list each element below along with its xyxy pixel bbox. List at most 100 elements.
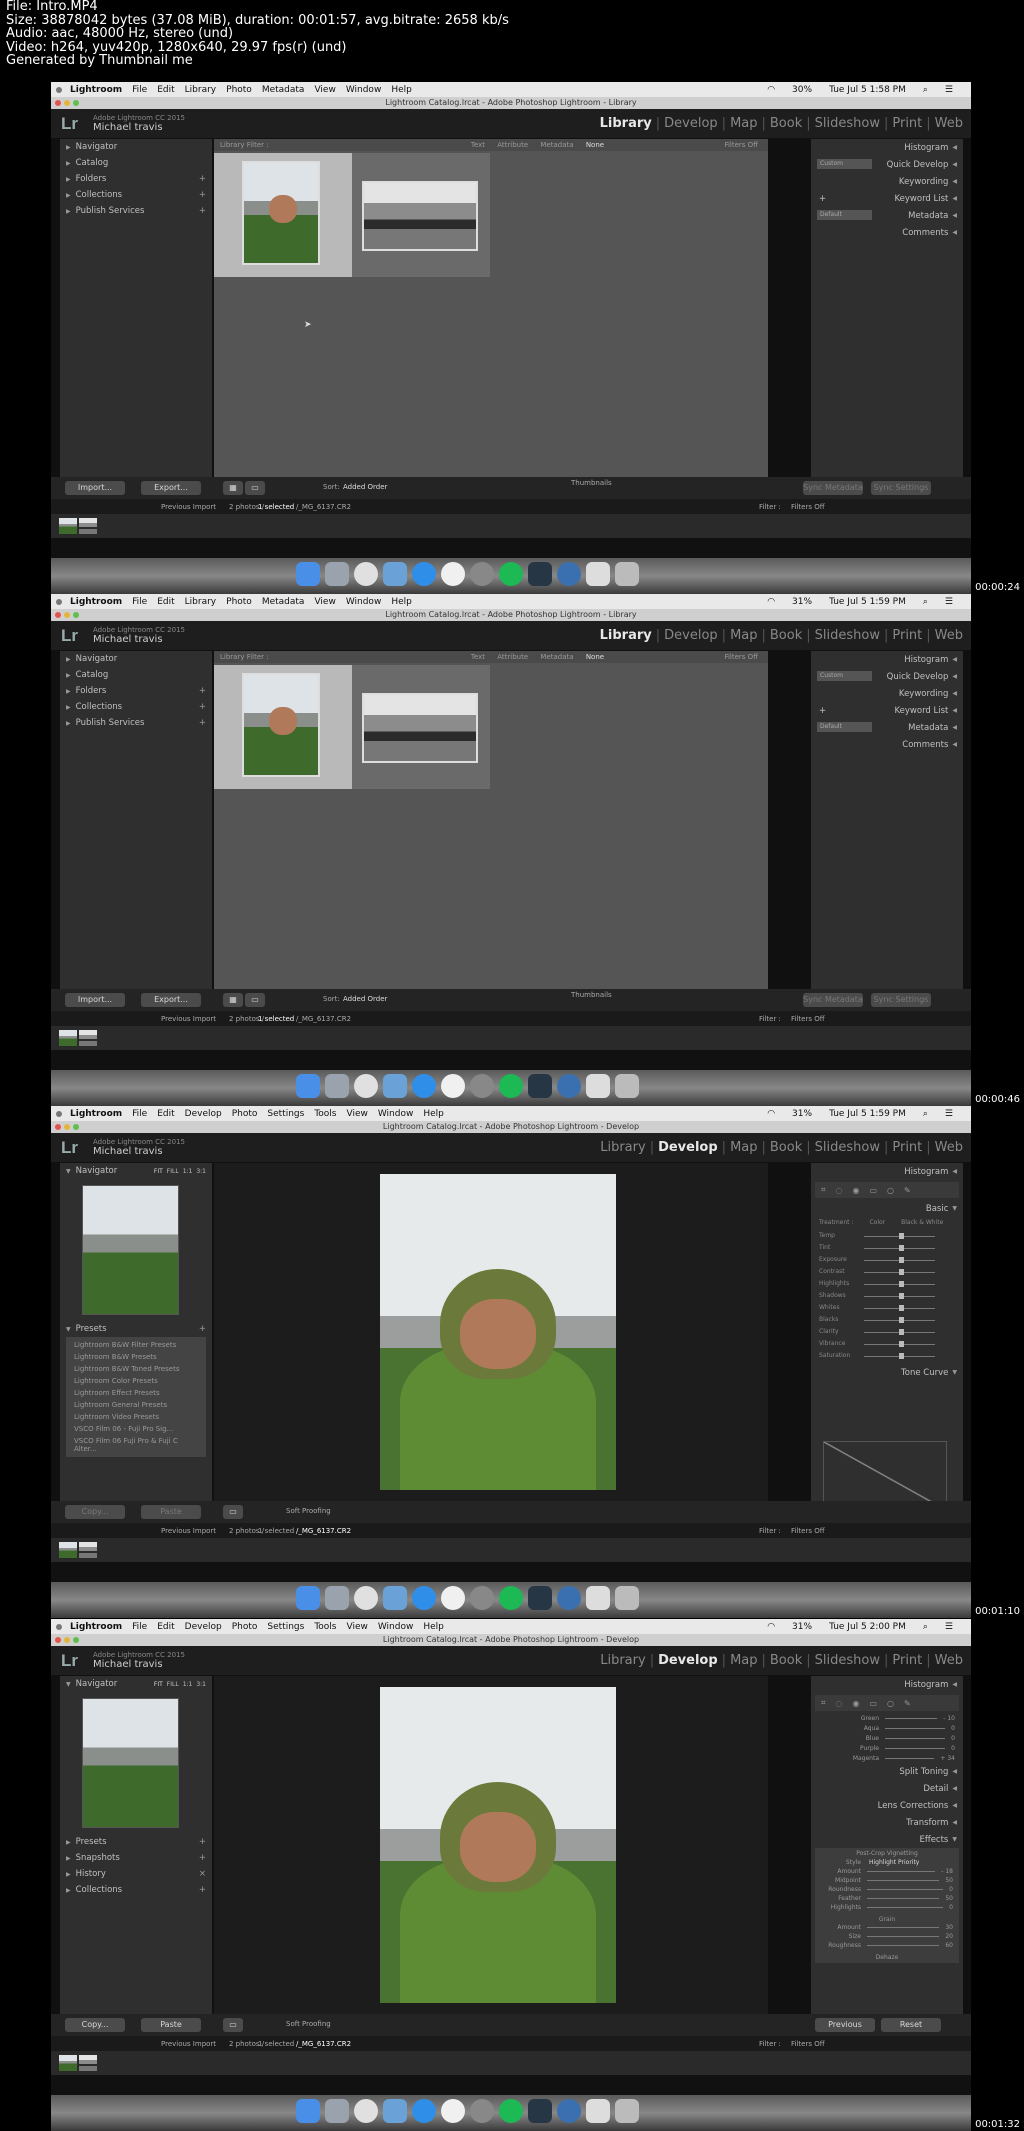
- nav-1-1[interactable]: 1:1: [183, 1168, 193, 1175]
- itunes-icon[interactable]: [441, 1074, 465, 1098]
- filter-text[interactable]: Text: [471, 141, 485, 149]
- module-library[interactable]: Library: [600, 116, 652, 131]
- menu-window[interactable]: Window: [378, 1109, 414, 1119]
- filter-none[interactable]: None: [586, 653, 604, 661]
- menu-lightroom[interactable]: Lightroom: [70, 597, 122, 607]
- menu-file[interactable]: File: [132, 1622, 147, 1632]
- panel-catalog[interactable]: ▶ Catalog: [60, 667, 212, 683]
- itunes-icon[interactable]: [441, 1586, 465, 1610]
- spotify-icon[interactable]: [499, 1586, 523, 1610]
- red-eye-icon[interactable]: ◉: [853, 1699, 860, 1708]
- spotify-icon[interactable]: [499, 1074, 523, 1098]
- module-slideshow[interactable]: Slideshow: [815, 1140, 880, 1155]
- vignette-amount-slider[interactable]: Amount - 18: [815, 1867, 959, 1876]
- plus-icon[interactable]: +: [199, 1885, 206, 1895]
- radial-filter-icon[interactable]: ○: [887, 1699, 894, 1708]
- menu-view[interactable]: View: [314, 85, 335, 95]
- panel-tone-curve[interactable]: Tone Curve ▼: [811, 1364, 963, 1381]
- panel-navigator[interactable]: ▼ Navigator FIT FILL 1:1 3:1: [60, 1676, 212, 1692]
- wifi-icon[interactable]: ◠: [767, 85, 775, 95]
- hsl-green-slider[interactable]: Green - 10: [819, 1713, 955, 1723]
- loupe-view-icon[interactable]: ▭: [245, 993, 265, 1007]
- menu-list-icon[interactable]: ☰: [945, 597, 953, 607]
- menu-photo[interactable]: Photo: [232, 1622, 258, 1632]
- menu-metadata[interactable]: Metadata: [262, 85, 305, 95]
- battery-level[interactable]: 31%: [792, 1109, 812, 1119]
- battery-level[interactable]: 30%: [792, 85, 812, 95]
- chrome-icon[interactable]: [354, 2099, 378, 2123]
- panel-snapshots[interactable]: ▶ Snapshots +: [60, 1850, 212, 1866]
- zoom-window-icon[interactable]: [73, 1637, 79, 1643]
- close-window-icon[interactable]: [55, 1124, 61, 1130]
- filter-metadata[interactable]: Metadata: [540, 653, 573, 661]
- menu-view[interactable]: View: [314, 597, 335, 607]
- filter-none[interactable]: None: [586, 141, 604, 149]
- hsl-blue-slider[interactable]: Blue 0: [819, 1733, 955, 1743]
- crop-tool-icon[interactable]: ⌗: [821, 1698, 826, 1708]
- menu-edit[interactable]: Edit: [157, 1109, 174, 1119]
- itunes-icon[interactable]: [441, 2099, 465, 2123]
- plus-icon[interactable]: +: [199, 1324, 206, 1334]
- panel-metadata[interactable]: Default Metadata ◀: [811, 207, 963, 224]
- panel-presets[interactable]: ▼ Presets +: [60, 1321, 212, 1337]
- panel-basic[interactable]: Basic ▼: [811, 1200, 963, 1217]
- module-book[interactable]: Book: [770, 116, 802, 131]
- preset-folder[interactable]: Lightroom Color Presets: [66, 1375, 206, 1387]
- wifi-icon[interactable]: ◠: [767, 1622, 775, 1632]
- vignette-roundness-slider[interactable]: Roundness 0: [815, 1885, 959, 1894]
- close-window-icon[interactable]: [55, 612, 61, 618]
- preset-folder[interactable]: Lightroom Effect Presets: [66, 1387, 206, 1399]
- module-library[interactable]: Library: [600, 1653, 645, 1668]
- finder-icon[interactable]: [296, 562, 320, 586]
- spot-removal-icon[interactable]: ◌: [836, 1699, 843, 1708]
- close-window-icon[interactable]: [55, 1637, 61, 1643]
- panel-collections[interactable]: ▶ Collections +: [60, 187, 212, 203]
- source-name[interactable]: Previous Import: [161, 503, 216, 511]
- filmstrip-thumb[interactable]: [79, 2055, 97, 2071]
- saved-preset-dropdown[interactable]: Custom: [817, 159, 872, 169]
- grid-view-icon[interactable]: ▦: [223, 481, 243, 495]
- chrome-icon[interactable]: [354, 1074, 378, 1098]
- sort-order[interactable]: Added Order: [343, 995, 387, 1003]
- chrome-icon[interactable]: [354, 1586, 378, 1610]
- module-library[interactable]: Library: [600, 1140, 645, 1155]
- module-print[interactable]: Print: [892, 1140, 922, 1155]
- temp-slider[interactable]: Temp: [819, 1232, 955, 1240]
- red-eye-icon[interactable]: ◉: [853, 1186, 860, 1195]
- filmstrip-thumb[interactable]: [59, 1542, 77, 1558]
- menu-file[interactable]: File: [132, 85, 147, 95]
- preset-folder[interactable]: Lightroom B&W Toned Presets: [66, 1363, 206, 1375]
- navigator-preview[interactable]: [82, 1185, 179, 1315]
- vignette-style-dropdown[interactable]: Highlight Priority: [869, 1859, 919, 1866]
- main-photo[interactable]: [380, 1174, 616, 1490]
- app-store-icon[interactable]: [412, 1586, 436, 1610]
- copy-button[interactable]: Copy...: [65, 2018, 125, 2032]
- grain-size-slider[interactable]: Size 20: [815, 1932, 959, 1941]
- exposure-slider[interactable]: Exposure: [819, 1256, 955, 1264]
- zoom-window-icon[interactable]: [73, 100, 79, 106]
- panel-navigator[interactable]: ▼ Navigator FIT FILL 1:1 3:1: [60, 1163, 212, 1179]
- nav-fill[interactable]: FILL: [167, 1168, 179, 1175]
- trash-icon[interactable]: [615, 1074, 639, 1098]
- export-button[interactable]: Export...: [141, 993, 201, 1007]
- brush-icon[interactable]: ✎: [904, 1699, 911, 1708]
- treatment-bw[interactable]: Black & White: [901, 1219, 943, 1226]
- close-window-icon[interactable]: [55, 100, 61, 106]
- tint-slider[interactable]: Tint: [819, 1244, 955, 1252]
- menu-library[interactable]: Library: [185, 85, 216, 95]
- panel-histogram[interactable]: Histogram ◀: [811, 139, 963, 156]
- system-preferences-icon[interactable]: [470, 1074, 494, 1098]
- menu-clock[interactable]: Tue Jul 5 1:58 PM: [829, 85, 906, 95]
- module-develop[interactable]: Develop: [658, 1140, 718, 1155]
- filter-attribute[interactable]: Attribute: [497, 141, 528, 149]
- menu-list-icon[interactable]: ☰: [945, 1622, 953, 1632]
- trash-icon[interactable]: [615, 2099, 639, 2123]
- panel-collections[interactable]: ▶ Collections +: [60, 1882, 212, 1898]
- plus-icon[interactable]: +: [199, 174, 206, 184]
- downloads-icon[interactable]: [586, 2099, 610, 2123]
- module-develop[interactable]: Develop: [664, 628, 718, 643]
- launchpad-icon[interactable]: [325, 2099, 349, 2123]
- close-icon[interactable]: ×: [199, 1869, 206, 1879]
- filter-dropdown[interactable]: Filters Off: [791, 1527, 825, 1535]
- preview-icon[interactable]: [383, 1074, 407, 1098]
